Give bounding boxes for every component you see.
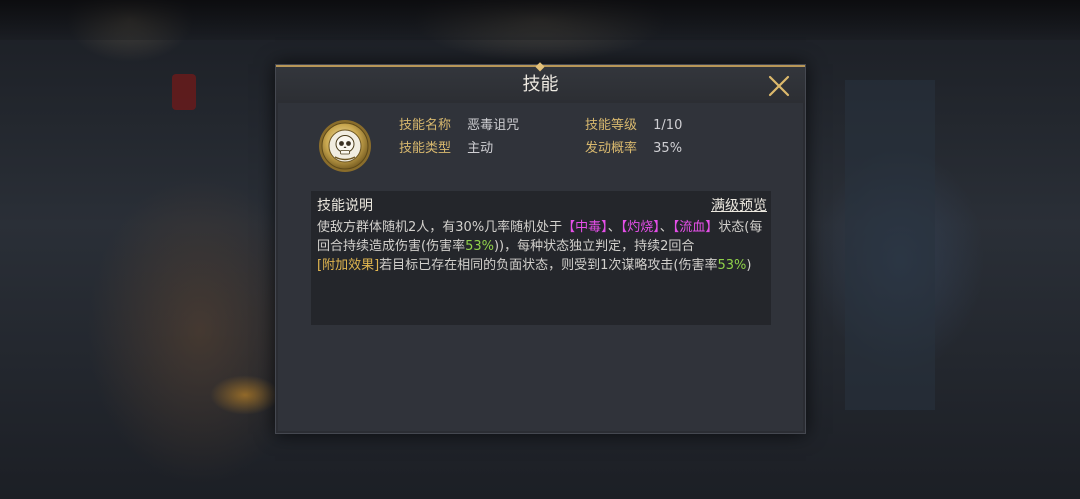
skill-dialog: ◆ 技能 技能名称 恶毒诅咒 技能类型 主动 技能等级 1/10 发动概率 35…	[275, 60, 806, 434]
skill-rate-label: 发动概率	[585, 141, 638, 156]
skill-type-row: 技能类型 主动	[399, 140, 493, 158]
keyword-poison: 【中毒】	[562, 220, 608, 235]
desc-separator: 、	[659, 220, 673, 235]
description-title: 技能说明	[317, 198, 373, 214]
description-text: 使敌方群体随机2人，有30%几率随机处于【中毒】、【灼烧】、【流血】状态(每回合…	[317, 218, 767, 275]
keyword-burn: 【灼烧】	[620, 220, 660, 235]
dialog-title: 技能	[522, 74, 559, 95]
damage-rate-value: 53%	[465, 239, 494, 254]
max-level-preview-link[interactable]: 满级预览	[711, 195, 767, 215]
desc-separator: 、	[607, 220, 621, 235]
background-red-banner	[172, 74, 196, 110]
skill-rate-value: 35%	[653, 141, 683, 156]
skill-icon	[318, 119, 372, 173]
skill-level-label: 技能等级	[585, 118, 638, 133]
background-top-bar	[0, 0, 1080, 40]
desc-segment: 若目标已存在相同的负面状态，则受到1次谋略攻击(伤害率	[379, 258, 718, 273]
close-button[interactable]	[766, 73, 792, 99]
extra-effect-tag: [附加效果]	[317, 258, 380, 273]
skill-rate-row: 发动概率 35%	[585, 140, 682, 158]
skill-type-label: 技能类型	[399, 141, 452, 156]
background-right-panel	[845, 80, 935, 410]
skull-icon	[319, 120, 371, 172]
dialog-title-bar: ◆ 技能	[276, 60, 805, 103]
skill-name-value: 恶毒诅咒	[467, 118, 520, 133]
close-icon	[768, 75, 790, 97]
skill-description-box: 技能说明 满级预览 使敌方群体随机2人，有30%几率随机处于【中毒】、【灼烧】、…	[311, 191, 771, 325]
skill-level-row: 技能等级 1/10	[585, 117, 682, 135]
background-gold-glow	[210, 375, 280, 415]
desc-segment: 使敌方群体随机2人，有30%几率随机处于	[317, 220, 563, 235]
skill-type-value: 主动	[467, 141, 494, 156]
keyword-bleed: 【流血】	[672, 220, 719, 235]
desc-segment: ))，每种状态独立判定，持续2回合	[493, 239, 695, 254]
damage-rate-value: 53%	[717, 258, 747, 273]
skill-name-row: 技能名称 恶毒诅咒	[399, 117, 519, 135]
skill-name-label: 技能名称	[399, 118, 452, 133]
desc-segment: )	[746, 258, 752, 273]
skill-level-value: 1/10	[653, 118, 683, 133]
dialog-content: 技能名称 恶毒诅咒 技能类型 主动 技能等级 1/10 发动概率 35% 技能说…	[278, 103, 803, 431]
